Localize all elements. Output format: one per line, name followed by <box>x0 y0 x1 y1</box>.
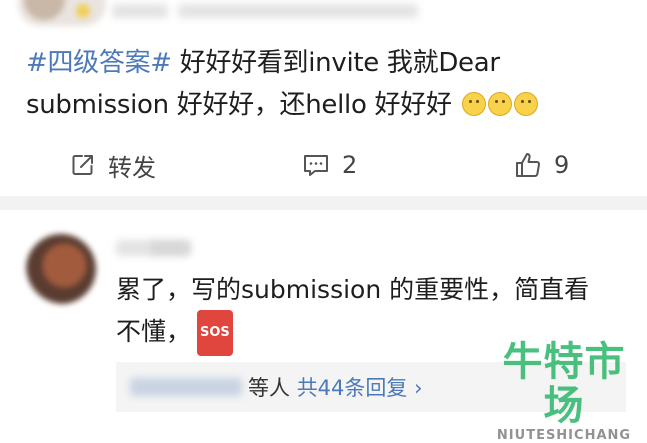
post-line-2: submission 好好好，还hello 好好好 <box>26 84 626 126</box>
commenter-avatar[interactable] <box>26 234 96 304</box>
replies-summary[interactable]: 等人 共44条回复 › <box>116 362 626 412</box>
smile-emoji-icon <box>487 92 512 116</box>
post-body: #四级答案# 好好好看到invite 我就Dear submission 好好好… <box>26 42 626 126</box>
comment-line-2: 不懂， SOS <box>116 310 626 356</box>
replies-text: 等人 共44条回复 › <box>248 372 423 402</box>
replies-count-label: 共44条回复 <box>296 376 408 400</box>
post-text-line-1: 好好好看到invite 我就Dear <box>179 48 500 78</box>
smile-emoji-icon <box>513 92 538 116</box>
comment-count: 2 <box>342 151 358 179</box>
topic-hashtag-link[interactable]: #四级答案# <box>26 48 172 78</box>
post-header <box>0 0 647 34</box>
comment-text-line-2: 不懂， <box>116 317 192 346</box>
post-text-line-2: submission 好好好，还hello 好好好 <box>26 90 452 120</box>
thumbs-up-icon <box>516 153 540 177</box>
like-button[interactable]: 9 <box>514 151 569 179</box>
action-bar: 转发 2 9 <box>0 140 647 190</box>
like-count: 9 <box>554 151 570 179</box>
smile-emoji-icon <box>461 92 486 116</box>
comment-button[interactable]: 2 <box>302 151 357 179</box>
post-line-1: #四级答案# 好好好看到invite 我就Dear <box>26 42 626 84</box>
poster-name-blurred[interactable] <box>112 4 168 18</box>
repost-button[interactable]: 转发 <box>70 148 156 183</box>
view-replies-link[interactable]: 共44条回复 › <box>297 376 423 400</box>
comment-line-1: 累了，写的submission 的重要性，简直看 <box>116 275 590 304</box>
repost-label: 转发 <box>108 153 156 182</box>
poster-avatar[interactable] <box>18 0 106 26</box>
chevron-right-icon: › <box>414 376 423 400</box>
poster-meta-blurred <box>178 4 418 18</box>
commenter-name-blurred-2 <box>150 242 190 254</box>
repliers-names-blurred <box>130 378 242 396</box>
watermark-subtext: NIUTESHICHANG <box>496 428 632 443</box>
share-icon <box>72 155 93 175</box>
comment-icon <box>304 155 328 176</box>
section-divider <box>0 196 647 210</box>
comment-body: 累了，写的submission 的重要性，简直看 不懂， SOS <box>116 270 626 356</box>
replies-suffix: 等人 <box>248 376 290 400</box>
sos-emoji-icon: SOS <box>197 310 233 356</box>
